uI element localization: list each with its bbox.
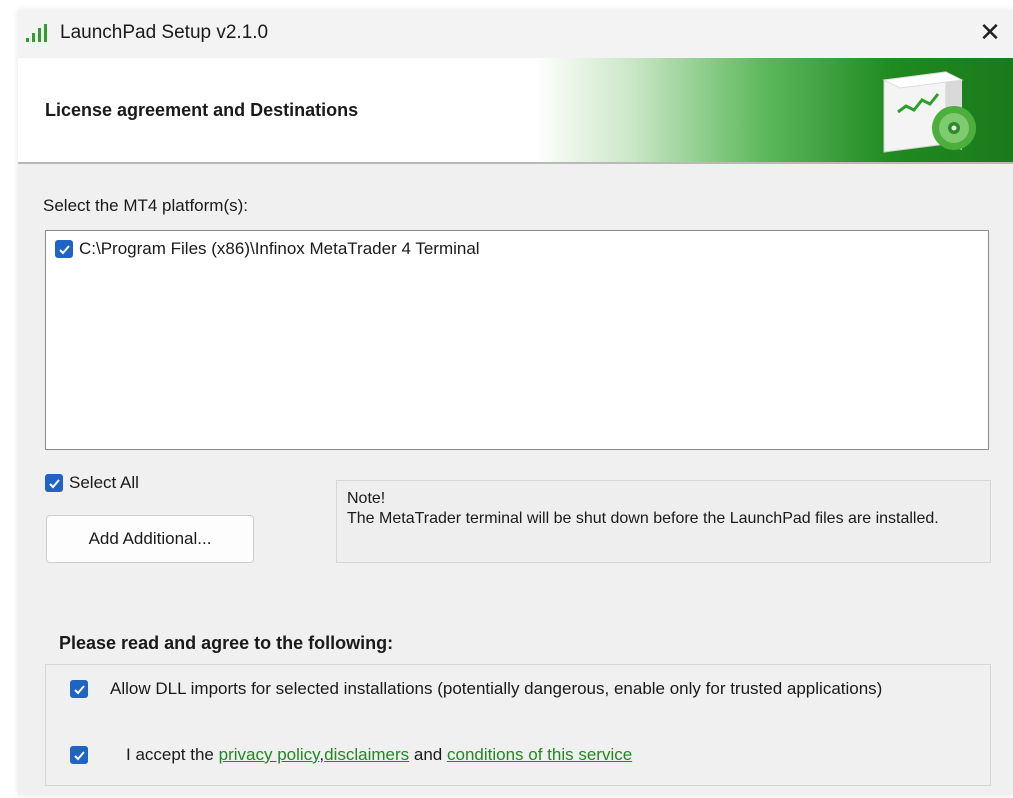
disclaimers-link[interactable]: disclaimers [324,745,409,764]
accept-terms-checkbox[interactable] [70,746,88,764]
conditions-link[interactable]: conditions of this service [447,745,632,764]
product-box-icon [882,71,976,153]
note-text: The MetaTrader terminal will be shut dow… [347,510,939,527]
platform-list-item[interactable]: C:\Program Files (x86)\Infinox MetaTrade… [55,239,480,259]
window-title: LaunchPad Setup v2.1.0 [60,22,269,43]
note-title: Note! [347,490,386,507]
checkmark-icon [48,478,60,488]
and-text: and [409,745,447,764]
header-banner: License agreement and Destinations [18,58,1013,162]
dll-import-checkbox[interactable] [70,680,88,698]
agreement-box: Allow DLL imports for selected installat… [45,664,991,786]
select-all-label: Select All [69,473,139,492]
agreement-heading: Please read and agree to the following: [59,633,394,653]
platform-checkbox[interactable] [55,240,73,258]
checkmark-icon [73,750,85,760]
page-title: License agreement and Destinations [45,100,359,120]
add-additional-button[interactable]: Add Additional... [46,515,254,563]
close-icon: ✕ [979,16,1001,47]
dll-import-option[interactable]: Allow DLL imports for selected installat… [70,679,882,699]
note-box: Note! The MetaTrader terminal will be sh… [336,480,991,563]
platform-list[interactable]: C:\Program Files (x86)\Infinox MetaTrade… [45,230,989,450]
close-button[interactable]: ✕ [967,10,1013,54]
platform-path: C:\Program Files (x86)\Infinox MetaTrade… [79,239,480,258]
title-bar: LaunchPad Setup v2.1.0 ✕ [18,10,1013,58]
select-all-toggle[interactable]: Select All [45,473,139,493]
accept-terms-text: I accept the privacy policy,disclaimers … [126,745,632,765]
banner-divider [18,162,1013,164]
select-all-checkbox[interactable] [45,474,63,492]
platform-select-label: Select the MT4 platform(s): [43,196,249,215]
signal-bars-icon [26,24,47,42]
dll-import-label: Allow DLL imports for selected installat… [110,679,883,698]
setup-window: LaunchPad Setup v2.1.0 ✕ License agreeme… [18,10,1013,795]
accept-prefix: I accept the [126,745,219,764]
checkmark-icon [73,684,85,694]
privacy-policy-link[interactable]: privacy policy [219,745,320,764]
checkmark-icon [58,244,70,254]
accept-terms-option[interactable]: I accept the privacy policy,disclaimers … [70,745,632,765]
